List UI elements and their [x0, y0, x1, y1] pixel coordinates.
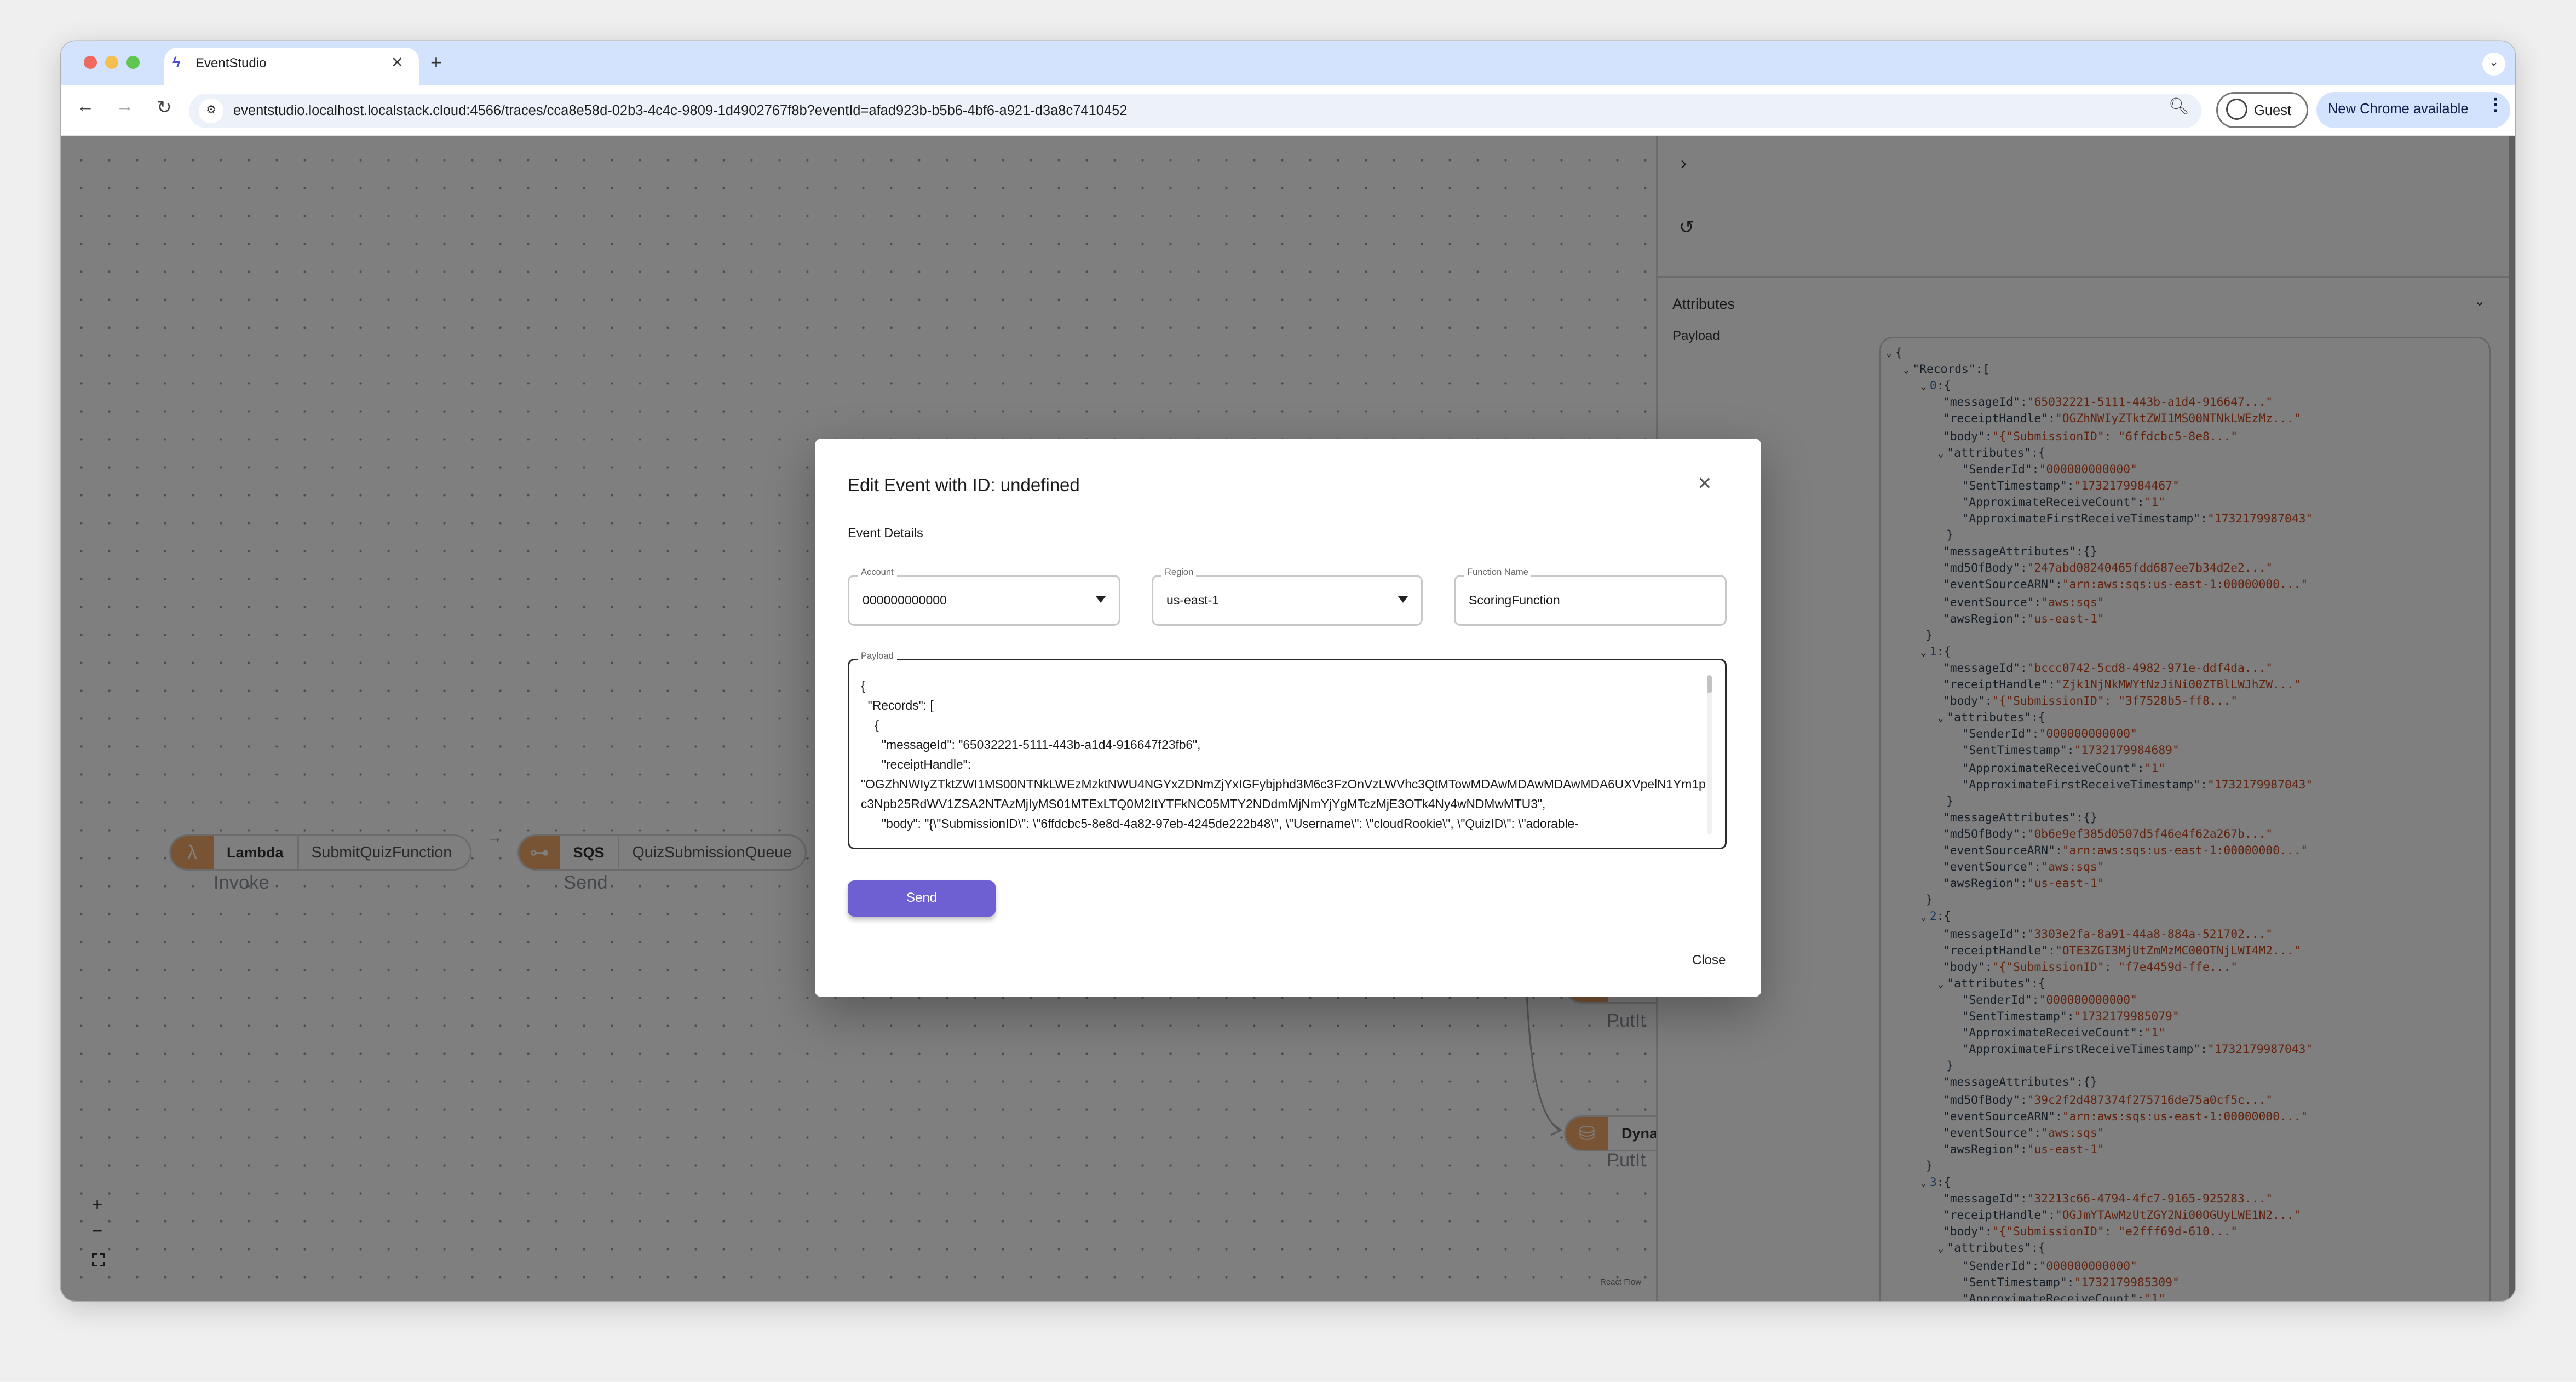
minimize-window-button[interactable] [105, 56, 118, 69]
profile-avatar-icon [2226, 99, 2247, 120]
address-bar[interactable]: ⚙ eventstudio.localhost.localstack.cloud… [189, 94, 2201, 128]
eventstudio-favicon-icon: ϟ [173, 54, 181, 71]
close-icon[interactable]: ✕ [1697, 473, 1712, 494]
field-label: Payload [858, 652, 897, 662]
update-label: New Chrome available [2328, 100, 2469, 117]
maximize-window-button[interactable] [127, 56, 140, 69]
close-window-button[interactable] [84, 56, 97, 69]
profile-label: Guest [2254, 102, 2292, 118]
kebab-menu-icon[interactable]: ⋮ [2487, 97, 2504, 115]
site-settings-icon[interactable]: ⚙ [199, 99, 223, 123]
payload-textarea[interactable]: Payload { "Records": [ { "messageId": "6… [848, 652, 1727, 849]
payload-text: { "Records": [ { "messageId": "65032221-… [861, 677, 1707, 841]
close-button[interactable]: Close [1692, 953, 1726, 968]
tab-title: EventStudio [196, 56, 267, 71]
scrollbar-thumb[interactable] [1707, 675, 1712, 693]
section-label: Event Details [848, 526, 923, 540]
screen: ϟ EventStudio ✕ + ⌄ ← → ↻ ⚙ eventstudio.… [0, 0, 2576, 1382]
tab-eventstudio[interactable]: ϟ EventStudio ✕ [164, 48, 419, 85]
field-value: 000000000000 [863, 593, 947, 608]
dropdown-arrow-icon [1096, 596, 1106, 603]
region-select[interactable]: Region us-east-1 [1152, 568, 1423, 626]
payload-line: "OGZhNWIyZTktZWI1MS00NTNkLWEzMzktNWU4NGY… [861, 777, 1706, 811]
payload-line: { [861, 718, 879, 733]
payload-line: "messageId": "65032221-5111-443b-a1d4-91… [861, 738, 1201, 752]
tab-search-chevron-icon[interactable]: ⌄ [2482, 53, 2505, 76]
url-text[interactable]: eventstudio.localhost.localstack.cloud:4… [233, 102, 1128, 118]
update-chrome-button[interactable]: New Chrome available ⋮ [2316, 92, 2510, 128]
field-label: Region [1162, 568, 1197, 578]
payload-line: "body": "{\"SubmissionID\": \"6ffdcbc5-8… [861, 816, 1579, 831]
textarea-scrollbar[interactable] [1707, 675, 1712, 834]
dropdown-arrow-icon [1398, 596, 1408, 603]
field-label: Account [858, 568, 897, 578]
field-value: ScoringFunction [1469, 593, 1560, 608]
new-tab-icon[interactable]: + [430, 51, 442, 74]
payload-line: "receiptHandle": [861, 757, 971, 772]
payload-line: { [861, 678, 865, 693]
account-select[interactable]: Account 000000000000 [848, 568, 1120, 626]
browser-toolbar: ← → ↻ ⚙ eventstudio.localhost.localstack… [61, 85, 2515, 136]
reload-icon[interactable]: ↻ [153, 97, 176, 118]
back-icon[interactable]: ← [74, 97, 97, 117]
send-button[interactable]: Send [848, 880, 996, 917]
close-tab-icon[interactable]: ✕ [391, 54, 404, 72]
payload-line: "Records": [ [861, 698, 934, 713]
edit-event-dialog: Edit Event with ID: undefined ✕ Event De… [815, 439, 1761, 997]
profile-button[interactable]: Guest [2216, 92, 2308, 128]
zoom-magnifier-icon[interactable]: 🔍︎ [2169, 99, 2189, 117]
field-value: us-east-1 [1166, 593, 1220, 608]
dialog-title: Edit Event with ID: undefined [848, 476, 1080, 496]
tab-bar: ϟ EventStudio ✕ + ⌄ [61, 41, 2515, 85]
function-name-input[interactable]: Function Name ScoringFunction [1454, 568, 1727, 626]
field-label: Function Name [1464, 568, 1532, 578]
forward-icon[interactable]: → [113, 97, 136, 117]
